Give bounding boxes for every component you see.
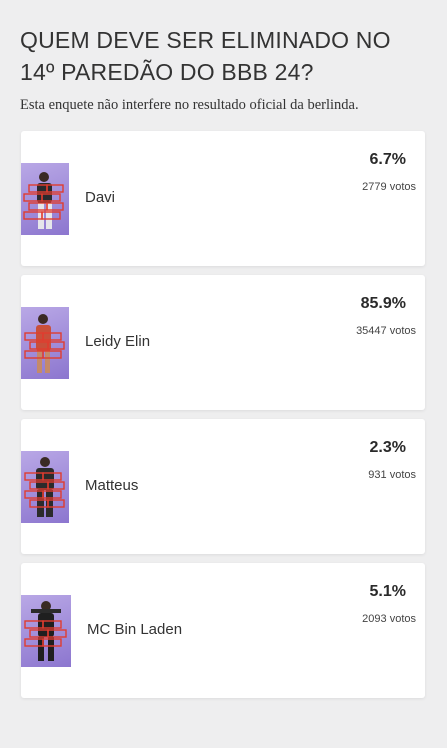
participant-photo: [21, 451, 69, 523]
vote-percentage: 2.3%: [369, 439, 406, 456]
vote-count: 931 votos: [368, 469, 416, 481]
participant-photo: [21, 595, 71, 667]
participant-name: Matteus: [85, 477, 139, 494]
participant-name: MC Bin Laden: [87, 621, 183, 638]
poll-title: QUEM DEVE SER ELIMINADO NO 14º PAREDÃO D…: [20, 27, 391, 85]
participant-photo: [21, 163, 69, 235]
poll-subtitle: Esta enquete não interfere no resultado …: [20, 97, 359, 113]
participant-photo: [21, 307, 69, 379]
poll-option-davi[interactable]: Davi 6.7% 2779 votos: [21, 131, 425, 266]
vote-count: 35447 votos: [356, 325, 416, 337]
poll-page: QUEM DEVE SER ELIMINADO NO 14º PAREDÃO D…: [0, 0, 447, 748]
poll-option-matteus[interactable]: Matteus 2.3% 931 votos: [21, 419, 425, 554]
vote-count: 2779 votos: [362, 181, 416, 193]
vote-percentage: 85.9%: [360, 295, 406, 312]
vote-percentage: 6.7%: [369, 151, 406, 168]
vote-count: 2093 votos: [362, 613, 416, 625]
participant-name: Davi: [85, 189, 116, 206]
vote-percentage: 5.1%: [369, 583, 406, 600]
participant-name: Leidy Elin: [85, 333, 151, 350]
poll-option-mc-bin-laden[interactable]: MC Bin Laden 5.1% 2093 votos: [21, 563, 425, 698]
poll-option-leidy-elin[interactable]: Leidy Elin 85.9% 35447 votos: [21, 275, 425, 410]
